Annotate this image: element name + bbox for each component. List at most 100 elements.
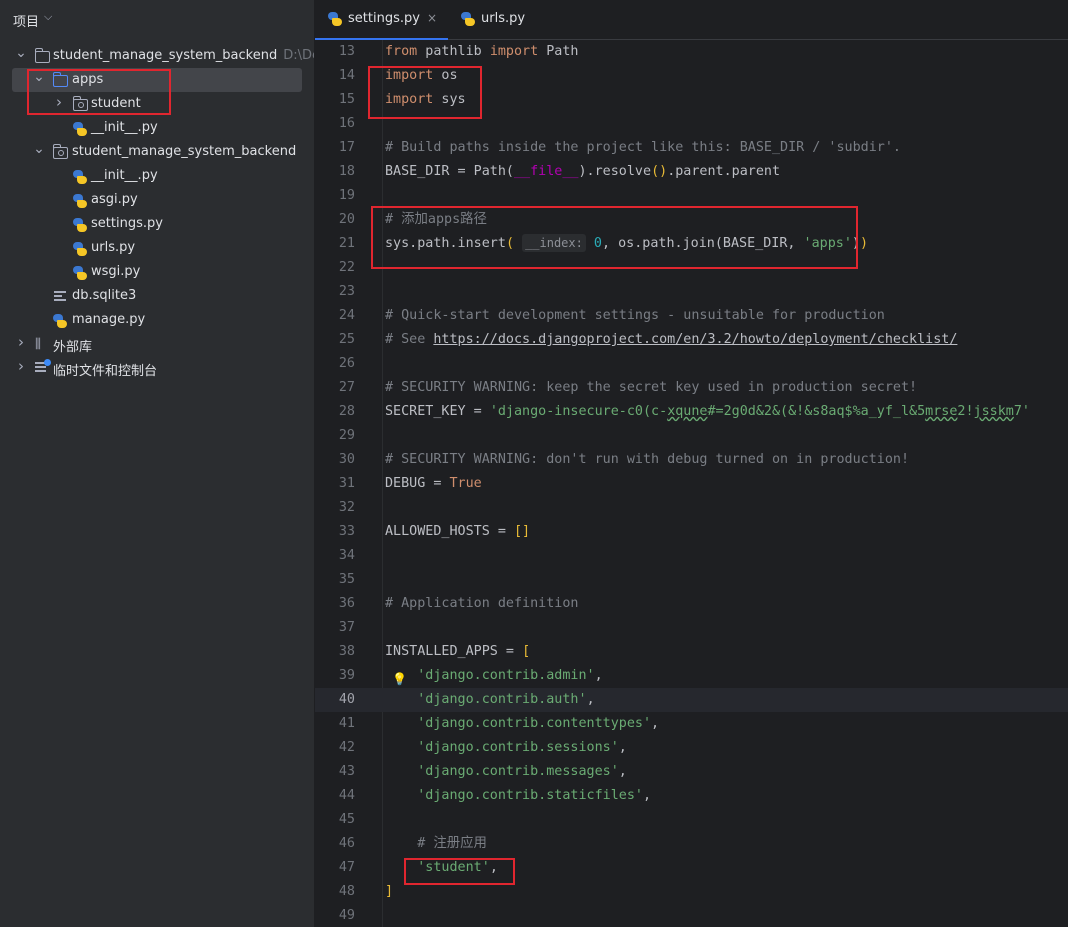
code-line[interactable]: 23 [315,280,1068,304]
line-number[interactable]: 41 [315,712,355,736]
code-line[interactable]: 42 'django.contrib.sessions', [315,736,1068,760]
tree-db[interactable]: db.sqlite3 [0,284,314,308]
line-number[interactable]: 33 [315,520,355,544]
code-line[interactable]: 44 'django.contrib.staticfiles', [315,784,1068,808]
tab-urls-py[interactable]: urls.py [455,0,545,39]
line-number[interactable]: 17 [315,136,355,160]
code-line[interactable]: 22 [315,256,1068,280]
code-line[interactable]: 13 from pathlib import Path [315,40,1068,64]
line-number[interactable]: 34 [315,544,355,568]
line-number[interactable]: 25 [315,328,355,352]
code-text[interactable]: DEBUG = True [385,472,482,496]
code-line[interactable]: 43 'django.contrib.messages', [315,760,1068,784]
code-text[interactable]: # 注册应用 [385,832,487,856]
tree-pkg[interactable]: ⌄ student_manage_system_backend [0,140,314,164]
line-number[interactable]: 30 [315,448,355,472]
code-line[interactable]: 28 SECRET_KEY = 'django-insecure-c0(c-xqu… [315,400,1068,424]
tree-scratches[interactable]: › 临时文件和控制台 [0,356,314,380]
line-number[interactable]: 46 [315,832,355,856]
code-text[interactable]: # 添加apps路径 [385,208,487,232]
code-text[interactable]: 'django.contrib.auth', [385,688,594,712]
sidebar-title[interactable]: 项目 [13,11,39,30]
code-line[interactable]: 25 # See https://docs.djangoproject.com/e… [315,328,1068,352]
code-text[interactable]: # Quick-start development settings - uns… [385,304,885,328]
code-line[interactable]: 40 'django.contrib.auth', [315,688,1068,712]
tree-urls[interactable]: urls.py [0,236,314,260]
tree-manage[interactable]: manage.py [0,308,314,332]
code-text[interactable]: 'student', [385,856,498,880]
code-text[interactable]: 'django.contrib.staticfiles', [385,784,651,808]
code-line[interactable]: 30 # SECURITY WARNING: don't run with deb… [315,448,1068,472]
tree-pkg-init[interactable]: __init__.py [0,164,314,188]
code-line[interactable]: 17 # Build paths inside the project like … [315,136,1068,160]
line-number[interactable]: 37 [315,616,355,640]
line-number[interactable]: 27 [315,376,355,400]
code-text[interactable]: sys.path.insert( __index: 0, os.path.joi… [385,232,868,256]
tab-settings-py[interactable]: settings.py × [315,0,448,40]
chevron-down-icon[interactable]: ⌄ [33,69,45,85]
line-number[interactable]: 48 [315,880,355,904]
line-number[interactable]: 47 [315,856,355,880]
code-text[interactable]: import os [385,64,458,88]
code-text[interactable]: ] [385,880,393,904]
line-number[interactable]: 20 [315,208,355,232]
code-text[interactable]: INSTALLED_APPS = [ [385,640,530,664]
tree-wsgi[interactable]: wsgi.py [0,260,314,284]
code-line[interactable]: 19 [315,184,1068,208]
line-number[interactable]: 36 [315,592,355,616]
code-text[interactable]: from pathlib import Path [385,40,579,64]
tree-asgi[interactable]: asgi.py [0,188,314,212]
code-line[interactable]: 49 [315,904,1068,927]
code-text[interactable]: 'django.contrib.sessions', [385,736,627,760]
code-line[interactable]: 33 ALLOWED_HOSTS = [] [315,520,1068,544]
line-number[interactable]: 45 [315,808,355,832]
code-text[interactable]: # Build paths inside the project like th… [385,136,901,160]
code-text[interactable]: import sys [385,88,466,112]
code-line[interactable]: 20 # 添加apps路径 [315,208,1068,232]
line-number[interactable]: 40 [315,688,355,712]
code-line[interactable]: 45 [315,808,1068,832]
line-number[interactable]: 49 [315,904,355,927]
line-number[interactable]: 16 [315,112,355,136]
code-text[interactable]: ALLOWED_HOSTS = [] [385,520,530,544]
chevron-down-icon[interactable]: ⌵ [44,10,52,24]
line-number[interactable]: 13 [315,40,355,64]
code-text[interactable]: # SECURITY WARNING: don't run with debug… [385,448,909,472]
code-line[interactable]: 38 INSTALLED_APPS = [ [315,640,1068,664]
tree-apps[interactable]: ⌄ apps [12,68,302,92]
code-text[interactable]: BASE_DIR = Path(__file__).resolve().pare… [385,160,780,184]
code-text[interactable]: 'django.contrib.admin', [385,664,602,688]
code-line[interactable]: 34 [315,544,1068,568]
code-line[interactable]: 47 'student', [315,856,1068,880]
code-line[interactable]: 35 [315,568,1068,592]
code-line[interactable]: 15 import sys [315,88,1068,112]
chevron-down-icon[interactable]: ⌄ [33,141,45,157]
code-line[interactable]: 36 # Application definition [315,592,1068,616]
line-number[interactable]: 19 [315,184,355,208]
line-number[interactable]: 26 [315,352,355,376]
line-number[interactable]: 35 [315,568,355,592]
code-line[interactable]: 32 [315,496,1068,520]
line-number[interactable]: 15 [315,88,355,112]
chevron-down-icon[interactable]: ⌄ [15,45,27,61]
code-line[interactable]: 29 [315,424,1068,448]
code-line[interactable]: 26 [315,352,1068,376]
code-text[interactable]: # See https://docs.djangoproject.com/en/… [385,328,957,352]
code-line[interactable]: 27 # SECURITY WARNING: keep the secret ke… [315,376,1068,400]
close-icon[interactable]: × [427,11,437,25]
code-line[interactable]: 16 [315,112,1068,136]
line-number[interactable]: 28 [315,400,355,424]
tree-root[interactable]: ⌄ student_manage_system_backend D:\Dev [0,44,314,68]
line-number[interactable]: 23 [315,280,355,304]
tree-apps-init[interactable]: __init__.py [0,116,314,140]
code-text[interactable]: # Application definition [385,592,578,616]
tree-settings[interactable]: settings.py [0,212,314,236]
sidebar-header[interactable]: 项目 ⌵ [0,0,314,38]
tree-student[interactable]: › student [0,92,314,116]
line-number[interactable]: 24 [315,304,355,328]
code-line[interactable]: 41 'django.contrib.contenttypes', [315,712,1068,736]
chevron-right-icon[interactable]: › [15,333,27,351]
line-number[interactable]: 32 [315,496,355,520]
line-number[interactable]: 21 [315,232,355,256]
code-line[interactable]: 46 # 注册应用 [315,832,1068,856]
